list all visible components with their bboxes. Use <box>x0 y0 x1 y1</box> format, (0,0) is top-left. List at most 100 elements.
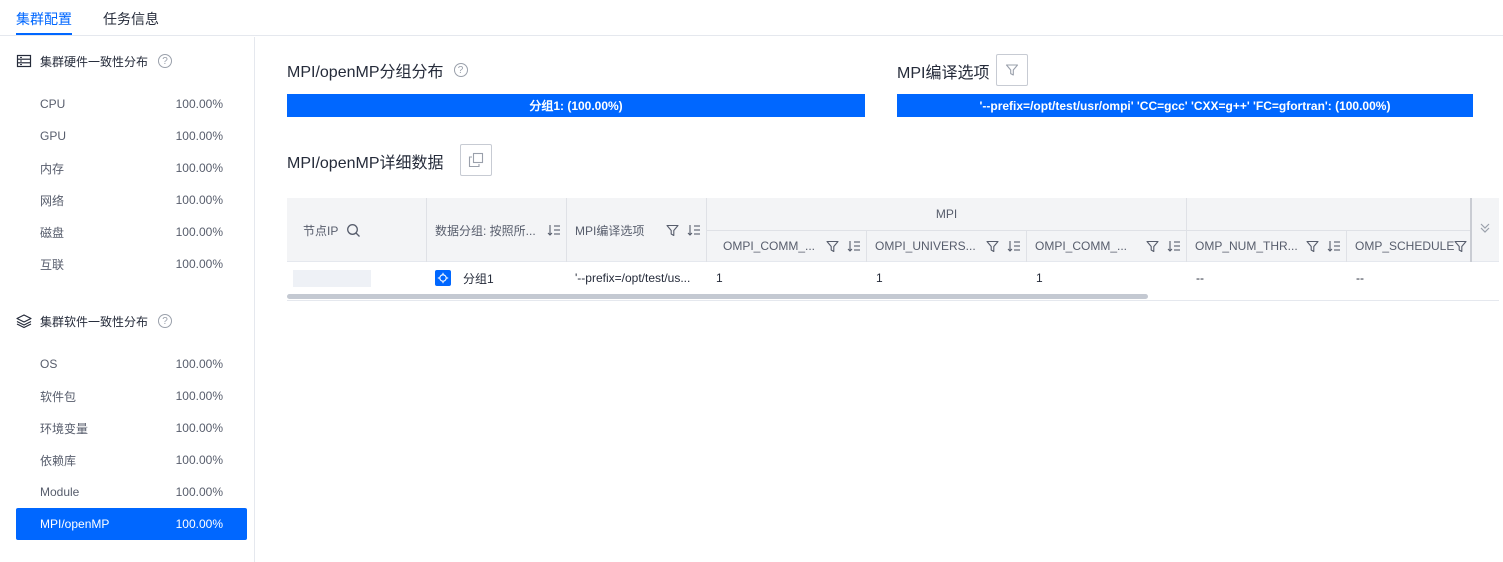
col-header-node-ip: 节点IP <box>303 198 423 262</box>
compile-opts-bar[interactable]: '--prefix=/opt/test/usr/ompi' 'CC=gcc' '… <box>897 94 1473 117</box>
sidebar-item-packages[interactable]: 软件包 100.00% <box>16 380 247 412</box>
detail-title: MPI/openMP详细数据 <box>287 155 444 172</box>
col-header-label: 数据分组: 按照所... <box>435 223 536 238</box>
sidebar-item-value: 100.00% <box>175 389 223 403</box>
column-separator <box>1026 230 1027 262</box>
cell-ompi-universe: 1 <box>876 271 883 285</box>
copy-icon <box>468 152 484 168</box>
sidebar-item-label: 互联 <box>40 257 65 272</box>
col-header-label: OMPI_COMM_... <box>723 239 816 253</box>
copy-button[interactable] <box>460 144 492 176</box>
cell-ompi-comm-2: 1 <box>1036 271 1043 285</box>
sidebar-item-cpu[interactable]: CPU 100.00% <box>16 88 247 120</box>
sidebar-item-network[interactable]: 网络 100.00% <box>16 184 247 216</box>
software-section-title: 集群软件一致性分布 <box>40 314 149 329</box>
sidebar-item-value: 100.00% <box>175 225 223 239</box>
filter-icon[interactable] <box>1146 240 1159 253</box>
column-separator <box>426 198 427 262</box>
group-dist-title: MPI/openMP分组分布 <box>287 64 444 81</box>
col-header-ompi-universe: OMPI_UNIVERS... <box>875 230 1021 262</box>
col-header-label: OMPI_COMM_... <box>1035 239 1128 253</box>
col-header-ompi-comm-1: OMPI_COMM_... <box>723 230 861 262</box>
col-header-label: OMPI_UNIVERS... <box>875 239 976 253</box>
fixed-column-shadow <box>1470 198 1472 262</box>
horizontal-scrollbar[interactable] <box>287 294 1148 299</box>
hardware-section-header: 集群硬件一致性分布 ? <box>16 51 173 71</box>
sidebar-item-gpu[interactable]: GPU 100.00% <box>16 120 247 152</box>
sidebar-item-value: 100.00% <box>175 257 223 271</box>
col-header-compile-options: MPI编译选项 <box>575 198 701 262</box>
sidebar-item-env-vars[interactable]: 环境变量 100.00% <box>16 412 247 444</box>
sidebar-item-label: MPI/openMP <box>40 517 110 531</box>
filter-icon[interactable] <box>666 224 679 237</box>
sidebar-item-value: 100.00% <box>175 357 223 371</box>
column-separator <box>1346 230 1347 262</box>
server-icon <box>16 53 32 69</box>
help-icon[interactable]: ? <box>158 54 173 68</box>
group-label: 分组1 <box>463 271 494 286</box>
sidebar-item-label: 网络 <box>40 193 65 208</box>
hardware-section-title: 集群硬件一致性分布 <box>40 54 149 69</box>
filter-icon <box>1005 64 1019 76</box>
sort-icon[interactable] <box>847 240 861 252</box>
group-icon[interactable] <box>435 270 451 286</box>
sidebar-item-value: 100.00% <box>175 453 223 467</box>
filter-icon[interactable] <box>1454 240 1467 253</box>
sidebar-item-libraries[interactable]: 依赖库 100.00% <box>16 444 247 476</box>
sidebar-item-label: 磁盘 <box>40 225 65 240</box>
tab-cluster-config[interactable]: 集群配置 <box>16 9 72 29</box>
sidebar-item-interconnect[interactable]: 互联 100.00% <box>16 248 247 280</box>
help-icon[interactable]: ? <box>158 314 173 328</box>
column-separator <box>866 230 867 262</box>
sort-icon[interactable] <box>1007 240 1021 252</box>
row-divider <box>287 300 1499 301</box>
filter-icon[interactable] <box>1306 240 1319 253</box>
sort-icon[interactable] <box>687 224 701 236</box>
col-header-ompi-comm-2: OMPI_COMM_... <box>1035 230 1181 262</box>
sidebar-item-label: OS <box>40 357 58 371</box>
filter-icon[interactable] <box>986 240 999 253</box>
col-header-label: OMP_NUM_THR... <box>1195 239 1298 253</box>
sidebar-item-value: 100.00% <box>175 421 223 435</box>
sidebar-item-value: 100.00% <box>175 97 223 111</box>
sidebar-item-label: CPU <box>40 97 66 111</box>
sidebar-item-label: 依赖库 <box>40 453 77 468</box>
col-header-label: 节点IP <box>303 223 339 238</box>
sidebar-item-label: 环境变量 <box>40 421 89 436</box>
chevron-double-down-icon <box>1480 223 1490 233</box>
col-header-label: OMP_SCHEDULE <box>1355 239 1455 253</box>
expand-columns-button[interactable] <box>1477 218 1493 238</box>
layers-icon <box>16 313 32 329</box>
compile-opts-title: MPI编译选项 <box>897 65 990 82</box>
mpi-group-header: MPI <box>935 207 958 221</box>
cell-group: 分组1 <box>435 262 561 294</box>
sort-icon[interactable] <box>547 224 561 236</box>
masked-ip <box>293 269 371 287</box>
search-icon[interactable] <box>346 223 361 238</box>
detail-table: MPI 节点IP 数据分组: 按照所... MPI编译选项 OMPI_COMM_… <box>287 198 1499 301</box>
group-dist-title-row: MPI/openMP分组分布 ? <box>287 58 468 82</box>
sidebar-item-label: GPU <box>40 129 67 143</box>
sidebar-item-os[interactable]: OS 100.00% <box>16 348 247 380</box>
sort-icon[interactable] <box>1167 240 1181 252</box>
sidebar-item-value: 100.00% <box>175 485 223 499</box>
sort-icon[interactable] <box>1327 240 1341 252</box>
cell-compile-options: '--prefix=/opt/test/us... <box>575 271 691 285</box>
column-separator <box>566 198 567 262</box>
sidebar-item-value: 100.00% <box>175 517 223 531</box>
cell-omp-num-threads: -- <box>1196 271 1204 285</box>
cell-omp-schedule: -- <box>1356 271 1364 285</box>
filter-icon[interactable] <box>826 240 839 253</box>
table-header: MPI 节点IP 数据分组: 按照所... MPI编译选项 OMPI_COMM_… <box>287 198 1499 262</box>
sidebar-item-module[interactable]: Module 100.00% <box>16 476 247 508</box>
cell-node-ip <box>293 262 413 294</box>
tab-task-info[interactable]: 任务信息 <box>103 9 159 29</box>
sidebar-item-mpi-openmp[interactable]: MPI/openMP 100.00% <box>16 508 247 540</box>
help-icon[interactable]: ? <box>453 63 468 77</box>
col-header-group: 数据分组: 按照所... <box>435 198 561 262</box>
filter-button[interactable] <box>996 54 1028 86</box>
group-dist-bar[interactable]: 分组1: (100.00%) <box>287 94 865 117</box>
sidebar-item-memory[interactable]: 内存 100.00% <box>16 152 247 184</box>
sidebar-item-disk[interactable]: 磁盘 100.00% <box>16 216 247 248</box>
top-tabs: 集群配置 任务信息 <box>0 0 1503 36</box>
